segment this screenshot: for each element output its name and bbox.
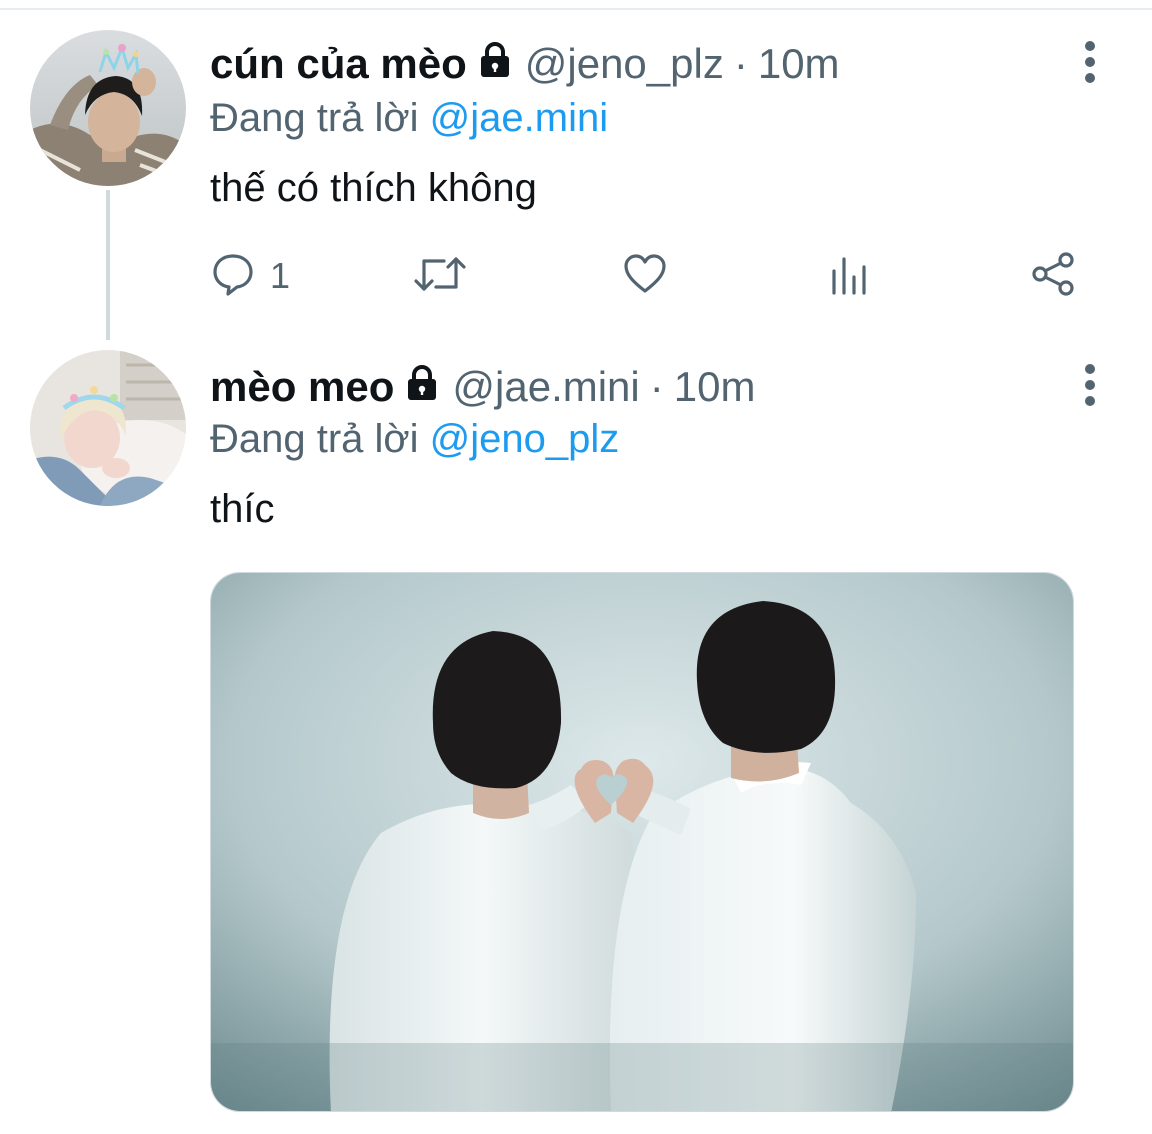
reply-mention[interactable]: @jae.mini <box>430 96 608 140</box>
reply-mention[interactable]: @jeno_plz <box>430 417 620 461</box>
more-vertical-icon[interactable] <box>1078 363 1102 407</box>
lock-icon <box>406 365 438 408</box>
reply-prefix: Đang trả lời <box>210 96 419 140</box>
reply-icon <box>210 251 256 302</box>
reply-button[interactable]: 1 <box>210 250 290 302</box>
analytics-icon <box>830 251 870 302</box>
separator-dot: · <box>649 362 664 410</box>
avatar-jeno[interactable] <box>30 30 186 186</box>
tweet-header: cún của mèo @jeno_plz · 10m <box>210 42 840 85</box>
reply-count: 1 <box>270 255 291 296</box>
avatar-image <box>30 350 186 506</box>
retweet-button[interactable] <box>412 250 468 302</box>
reply-prefix: Đang trả lời <box>210 417 419 461</box>
more-vertical-icon[interactable] <box>1078 40 1102 84</box>
handle[interactable]: @jeno_plz <box>525 42 724 85</box>
timestamp[interactable]: 10m <box>674 365 756 408</box>
heart-icon <box>622 251 668 302</box>
analytics-button[interactable] <box>830 250 870 302</box>
like-button[interactable] <box>622 250 668 302</box>
lock-icon <box>479 42 511 85</box>
avatar-jaemin[interactable] <box>30 350 186 506</box>
separator-dot: · <box>733 39 748 87</box>
display-name[interactable]: mèo meo <box>210 365 394 408</box>
share-icon <box>1030 251 1078 302</box>
photo-two-people-heart-hands <box>211 573 1073 1111</box>
retweet-icon <box>412 251 468 302</box>
reply-context: Đang trả lời @jae.mini <box>210 96 608 141</box>
display-name[interactable]: cún của mèo <box>210 42 467 85</box>
reply-context: Đang trả lời @jeno_plz <box>210 417 619 462</box>
tweet-text: thế có thích không <box>210 166 537 210</box>
tweet-media-image[interactable] <box>210 572 1074 1112</box>
tweet-header: mèo meo @jae.mini · 10m <box>210 365 755 408</box>
handle[interactable]: @jae.mini <box>452 365 639 408</box>
tweet-text: thíc <box>210 487 275 531</box>
action-bar: 1 <box>210 250 1090 302</box>
share-button[interactable] <box>1030 250 1078 302</box>
tweet-1[interactable]: cún của mèo @jeno_plz · 10m Đang trả lời… <box>0 0 1152 345</box>
avatar-image <box>30 30 186 186</box>
timestamp[interactable]: 10m <box>758 42 840 85</box>
thread-line <box>106 190 110 340</box>
